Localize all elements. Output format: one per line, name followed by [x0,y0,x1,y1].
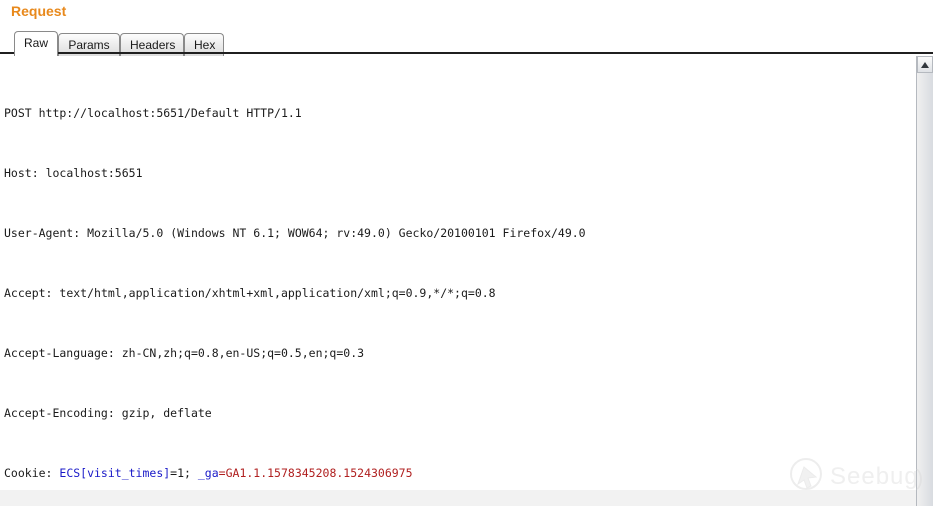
code-line-header-user-agent: User-Agent: Mozilla/5.0 (Windows NT 6.1;… [4,226,586,240]
scroll-up-button[interactable] [917,56,933,73]
page-title: Request [11,3,67,19]
tab-raw[interactable]: Raw [14,31,58,56]
code-line-header-accept-language: Accept-Language: zh-CN,zh;q=0.8,en-US;q=… [4,346,365,360]
tab-underline [0,52,933,54]
cookie-eq2: = [218,466,226,480]
code-line-request: POST http://localhost:5651/Default HTTP/… [0,106,906,121]
tab-raw-label: Raw [24,36,49,50]
horizontal-scrollbar[interactable] [0,490,916,506]
code-line-header-accept: Accept: text/html,application/xhtml+xml,… [4,286,496,300]
header-accept-value: text/html,application/xhtml+xml,applicat… [59,286,496,300]
header-accept-language-value: zh-CN,zh;q=0.8,en-US;q=0.5,en;q=0.3 [121,346,365,360]
cookie-value-ga: GA1.1.1578345208.1524306975 [225,466,413,480]
header-user-agent-name: User-Agent [4,226,74,240]
tab-headers-label: Headers [130,38,176,52]
tab-hex-label: Hex [194,38,216,52]
chevron-up-icon [921,62,929,68]
header-accept-encoding-name: Accept-Encoding [4,406,108,420]
header-host-value: localhost:5651 [45,166,143,180]
header-host-name: Host [4,166,32,180]
cookie-eq1: =1; [170,466,198,480]
code-line-header-accept-encoding: Accept-Encoding: gzip, deflate [4,406,212,420]
code-line-header-host: Host: localhost:5651 [4,166,143,180]
request-raw-text[interactable]: POST http://localhost:5651/Default HTTP/… [0,56,906,484]
header-accept-language-name: Accept-Language [4,346,108,360]
vertical-scrollbar[interactable] [916,56,933,506]
cookie-name-ga: _ga [197,466,219,480]
request-line-text: POST http://localhost:5651/Default HTTP/… [4,106,302,120]
cookie-name-ecs: ECS[visit_times] [59,466,171,480]
cookie-prefix: Cookie: [4,466,60,480]
header-accept-name: Accept [4,286,46,300]
tab-params-label: Params [68,38,110,52]
header-accept-encoding-value: gzip, deflate [121,406,212,420]
header-user-agent-value: Mozilla/5.0 (Windows NT 6.1; WOW64; rv:4… [87,226,586,240]
code-line-header-cookie: Cookie: ECS[visit_times]=1; _ga=GA1.1.15… [0,466,906,481]
request-editor[interactable]: POST http://localhost:5651/Default HTTP/… [0,56,933,506]
